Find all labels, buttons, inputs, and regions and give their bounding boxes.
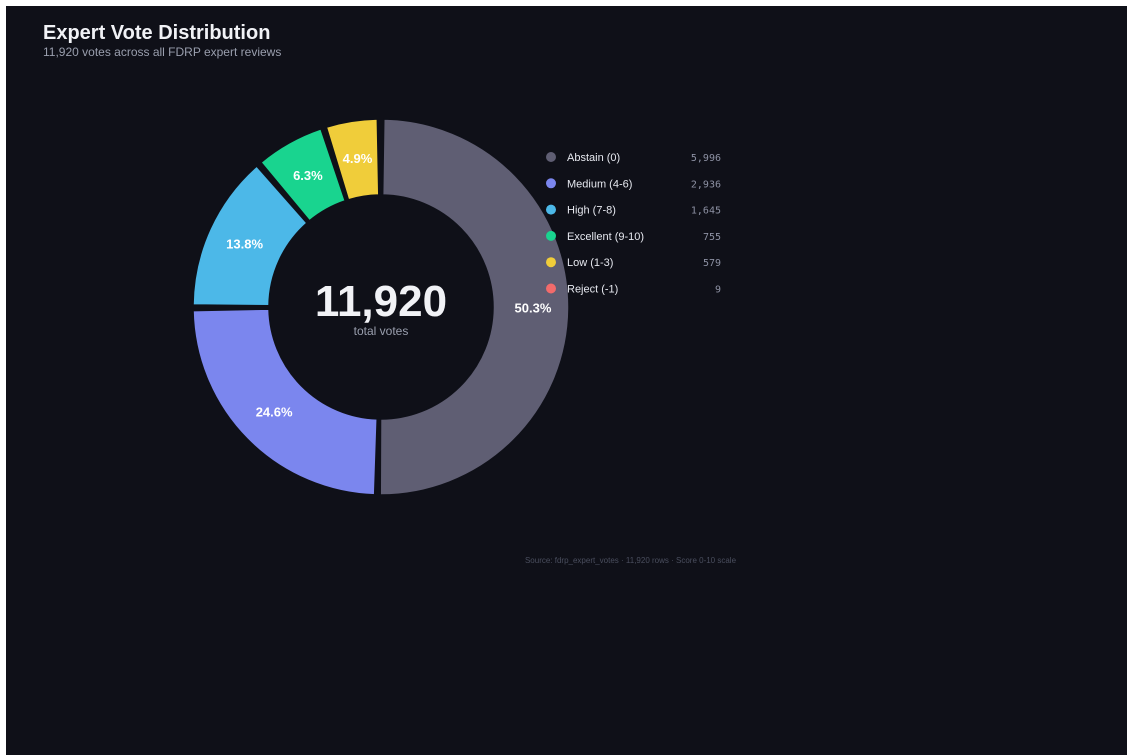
legend-label: Low (1-3) <box>567 257 613 269</box>
legend-item-abstain-0[interactable]: Abstain (0) 5,996 <box>546 152 721 164</box>
legend-value: 2,936 <box>691 179 721 190</box>
legend-value: 579 <box>703 258 721 269</box>
center-total-label: total votes <box>354 324 409 338</box>
donut-chart: 50.3% 24.6% 13.8% 6.3% 4.9% 11,920 total vot… <box>192 118 721 496</box>
percent-label-low-1-3: 4.9% <box>343 151 373 166</box>
legend-swatch <box>546 230 556 241</box>
legend-swatch <box>546 178 556 189</box>
legend-value: 9 <box>715 285 721 296</box>
legend-value: 1,645 <box>691 206 721 217</box>
legend-swatch <box>546 152 556 162</box>
legend-label: Reject (-1) <box>567 284 618 296</box>
percent-label-excellent-9-10: 6.3% <box>293 168 323 183</box>
percent-label-high-7-8: 13.8% <box>226 237 263 252</box>
legend-item-excellent-9-10[interactable]: Excellent (9-10) 755 <box>546 230 721 243</box>
legend-swatch <box>546 283 556 294</box>
legend-value: 755 <box>703 232 721 243</box>
legend-item-reject-1[interactable]: Reject (-1) 9 <box>546 283 721 296</box>
percent-label-abstain-0: 50.3% <box>515 300 552 315</box>
legend-label: High (7-8) <box>567 205 616 217</box>
legend-label: Excellent (9-10) <box>567 231 644 243</box>
legend-swatch <box>546 257 556 268</box>
legend-label: Abstain (0) <box>567 152 620 164</box>
center-total-value: 11,920 <box>315 277 447 326</box>
legend-value: 5,996 <box>691 153 721 164</box>
legend-swatch <box>546 204 556 215</box>
legend-item-high-7-8[interactable]: High (7-8) 1,645 <box>546 204 721 217</box>
legend: Abstain (0) 5,996 Medium (4-6) 2,936 High (7… <box>546 152 721 296</box>
slice-medium-4-6[interactable] <box>192 308 378 496</box>
legend-item-low-1-3[interactable]: Low (1-3) 579 <box>546 257 721 269</box>
legend-item-medium-4-6[interactable]: Medium (4-6) 2,936 <box>546 178 721 190</box>
percent-label-medium-4-6: 24.6% <box>256 404 293 419</box>
legend-label: Medium (4-6) <box>567 178 632 190</box>
